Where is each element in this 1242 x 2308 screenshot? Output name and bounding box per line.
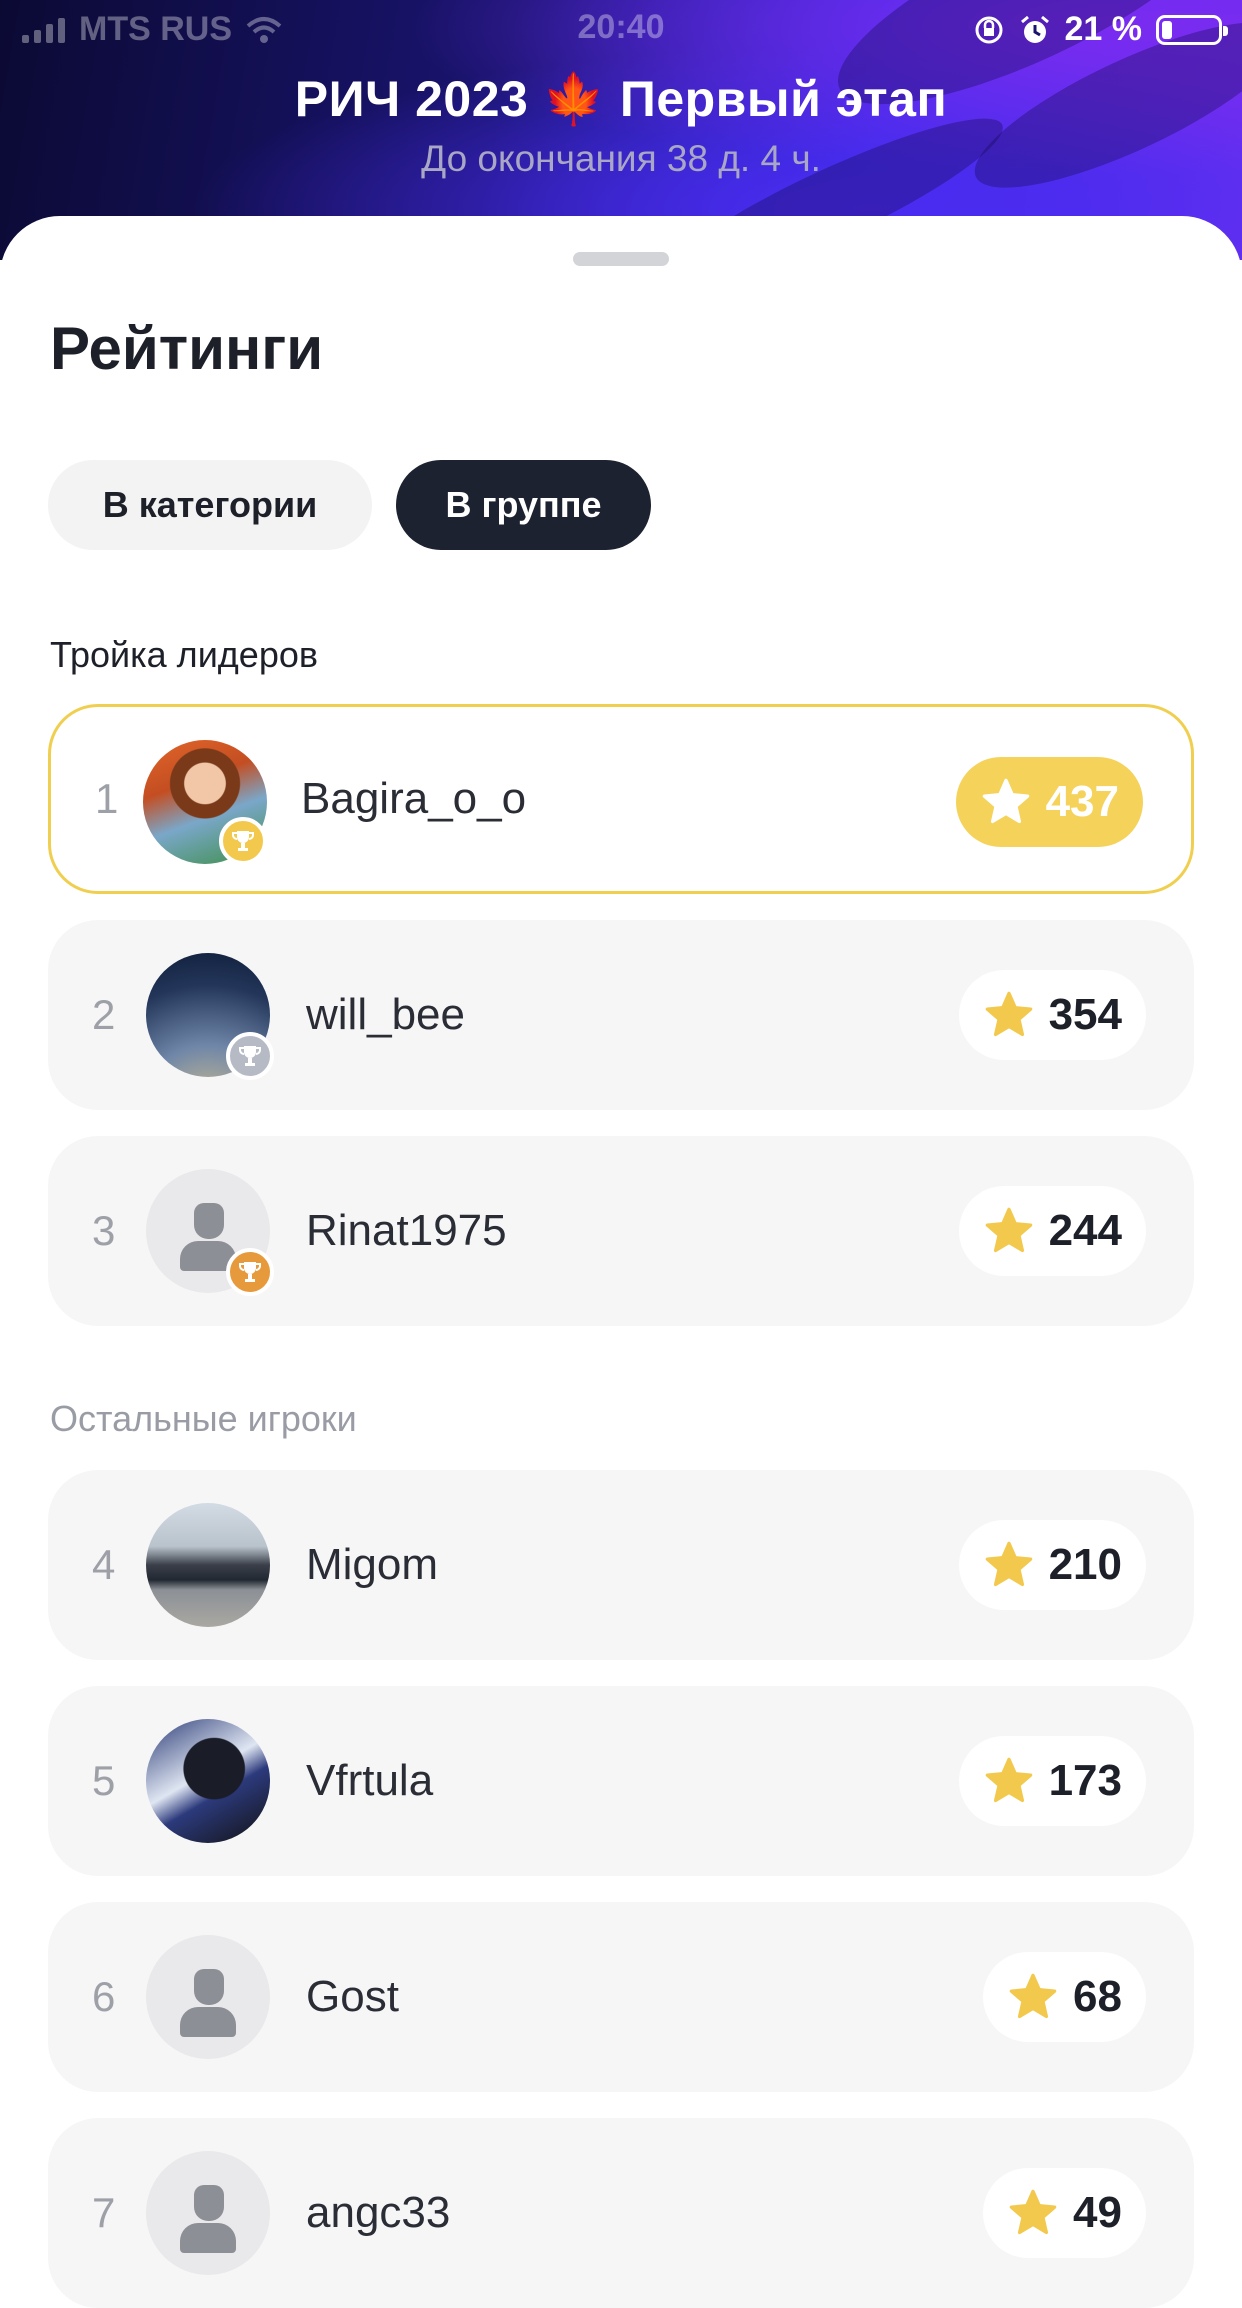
rank-number: 3 xyxy=(92,1207,116,1254)
default-avatar-icon xyxy=(146,1935,270,2059)
rank-number: 4 xyxy=(92,1541,116,1588)
leaderboard-row[interactable]: 1 Bagira_o_o 437 xyxy=(48,704,1194,894)
star-icon xyxy=(1009,2189,1057,2235)
rotation-lock-icon xyxy=(975,16,1002,43)
status-bar: MTS RUS 20:40 21 % xyxy=(0,0,1242,62)
star-icon xyxy=(985,1757,1032,1803)
player-name: angc33 xyxy=(306,2188,451,2237)
trophy-icon xyxy=(219,817,267,865)
score-badge: 173 xyxy=(958,1736,1146,1826)
player-name: will_bee xyxy=(306,990,465,1039)
star-icon xyxy=(985,1541,1032,1587)
player-name: Vfrtula xyxy=(306,1756,434,1805)
score-value: 244 xyxy=(1048,1206,1122,1255)
player-name: Rinat1975 xyxy=(306,1206,507,1255)
score-value: 173 xyxy=(1048,1756,1122,1805)
player-name: Bagira_o_o xyxy=(301,774,527,823)
score-value: 437 xyxy=(1045,777,1119,826)
star-icon xyxy=(1009,1973,1057,2019)
battery-percent: 21 % xyxy=(1064,10,1143,48)
tab-in-category[interactable]: В категории xyxy=(48,460,372,550)
leaderboard-row[interactable]: 3 Rinat1975 244 xyxy=(48,1136,1194,1326)
tab-in-group[interactable]: В группе xyxy=(396,460,651,550)
trophy-icon xyxy=(226,1032,274,1080)
rank-number: 5 xyxy=(92,1757,116,1804)
leaderboard-row[interactable]: 6 Gost 68 xyxy=(48,1902,1194,2092)
player-name: Migom xyxy=(306,1540,439,1589)
leaderboard-row[interactable]: 2 will_bee 354 xyxy=(48,920,1194,1110)
trophy-icon xyxy=(226,1248,274,1296)
star-icon xyxy=(985,1207,1032,1253)
star-icon xyxy=(985,991,1032,1037)
score-value: 49 xyxy=(1073,2188,1122,2237)
event-title: РИЧ 2023 🍁 Первый этап xyxy=(294,71,948,127)
star-icon xyxy=(982,778,1029,824)
battery-icon xyxy=(1156,14,1228,45)
rank-number: 7 xyxy=(92,2189,116,2236)
alarm-icon xyxy=(1020,15,1049,43)
avatar xyxy=(146,1719,270,1843)
score-badge: 68 xyxy=(983,1952,1146,2042)
page-title: Рейтинги xyxy=(50,315,324,382)
default-avatar-icon xyxy=(146,2151,270,2275)
avatar xyxy=(146,1503,270,1627)
rank-number: 1 xyxy=(95,775,119,822)
ratings-sheet: Рейтинги В категории В группе Тройка лид… xyxy=(0,216,1242,2308)
score-badge: 354 xyxy=(958,970,1146,1060)
player-name: Gost xyxy=(306,1972,399,2021)
leaderboard-row[interactable]: 7 angc33 49 xyxy=(48,2118,1194,2308)
rank-number: 6 xyxy=(92,1973,116,2020)
score-badge: 244 xyxy=(958,1186,1146,1276)
event-countdown: До окончания 38 д. 4 ч. xyxy=(421,138,821,179)
leaders-section-title: Тройка лидеров xyxy=(50,634,318,675)
leaderboard-row[interactable]: 4 Migom 210 xyxy=(48,1470,1194,1660)
others-section-title: Остальные игроки xyxy=(50,1398,357,1439)
sheet-grabber[interactable] xyxy=(573,252,669,266)
rank-number: 2 xyxy=(92,991,116,1038)
score-value: 68 xyxy=(1073,1972,1122,2021)
leaderboard-row[interactable]: 5 Vfrtula 173 xyxy=(48,1686,1194,1876)
score-value: 210 xyxy=(1048,1540,1122,1589)
score-badge: 437 xyxy=(955,757,1143,847)
score-value: 354 xyxy=(1048,990,1122,1039)
score-badge: 49 xyxy=(983,2168,1146,2258)
score-badge: 210 xyxy=(958,1520,1146,1610)
